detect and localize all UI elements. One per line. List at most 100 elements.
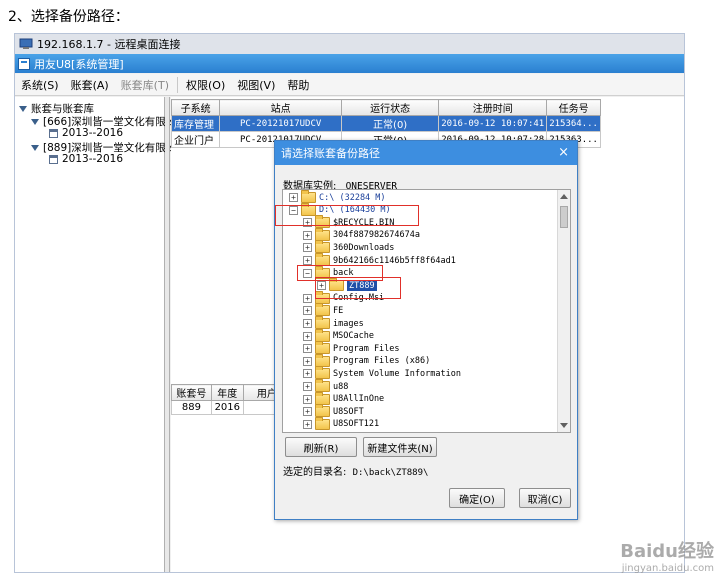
folder-icon bbox=[301, 190, 316, 203]
backup-path-dialog: 请选择账套备份路径 × 数据库实例: ONESERVER + C:\ (32284… bbox=[274, 140, 578, 520]
rdp-title: 192.168.1.7 - 远程桌面连接 bbox=[37, 38, 181, 51]
expand-plus-icon[interactable]: + bbox=[303, 419, 312, 429]
node-label: 360Downloads bbox=[333, 242, 395, 253]
node-label: U8SOFT121 bbox=[333, 419, 380, 430]
cell-year: 2016 bbox=[210, 400, 244, 415]
folder-node[interactable]: + MSOCache bbox=[303, 328, 374, 343]
node-label: 304f887982674674a bbox=[333, 230, 420, 241]
cell-subsystem: 库存管理 bbox=[170, 115, 221, 132]
tree-item-label: 2013--2016 bbox=[62, 153, 124, 165]
expand-arrow-icon[interactable] bbox=[19, 105, 27, 112]
expand-plus-icon[interactable]: + bbox=[303, 243, 312, 253]
expand-plus-icon[interactable]: + bbox=[303, 382, 312, 391]
app-icon bbox=[18, 57, 30, 70]
node-label: images bbox=[333, 318, 364, 329]
menu-separator bbox=[177, 76, 178, 93]
column-header[interactable]: 子系统 bbox=[170, 99, 221, 116]
menu-view[interactable]: 视图(V) bbox=[231, 77, 281, 93]
column-header[interactable]: 任务号 bbox=[546, 99, 601, 116]
node-label: MSOCache bbox=[333, 331, 374, 342]
remote-desktop-icon bbox=[19, 38, 33, 49]
tree-item-666-year[interactable]: 2013--2016 bbox=[49, 127, 123, 139]
folder-icon bbox=[315, 341, 330, 355]
folder-icon bbox=[315, 366, 330, 380]
highlight-zt889-folder bbox=[315, 277, 401, 299]
node-label: FE bbox=[333, 305, 344, 316]
folder-icon bbox=[315, 328, 330, 342]
node-label: 9b642166c1146b5ff8f64ad1 bbox=[333, 255, 456, 266]
selected-dir-label: 选定的目录名: bbox=[283, 467, 347, 478]
selected-directory: 选定的目录名: D:\back\ZT889\ bbox=[283, 463, 428, 478]
cell-task: 215364... bbox=[546, 115, 601, 132]
scroll-thumb[interactable] bbox=[560, 206, 568, 228]
menu-account[interactable]: 账套(A) bbox=[65, 77, 115, 93]
column-header[interactable]: 年度 bbox=[210, 384, 244, 401]
cancel-button[interactable]: 取消(C) bbox=[519, 488, 571, 508]
refresh-button[interactable]: 刷新(R) bbox=[285, 437, 357, 457]
expand-plus-icon[interactable]: + bbox=[303, 306, 312, 316]
watermark-logo: Baidu经验 bbox=[620, 541, 714, 562]
expand-plus-icon[interactable]: + bbox=[303, 344, 312, 354]
folder-icon bbox=[315, 240, 330, 254]
watermark-url: jingyan.baidu.com bbox=[621, 563, 714, 574]
ok-button[interactable]: 确定(O) bbox=[449, 488, 505, 508]
calendar-icon bbox=[49, 128, 58, 138]
expand-arrow-icon[interactable] bbox=[31, 144, 39, 151]
expand-plus-icon[interactable]: + bbox=[303, 407, 312, 417]
app-title: 用友U8[系统管理] bbox=[34, 57, 124, 71]
node-label: System Volume Information bbox=[333, 368, 461, 379]
folder-node[interactable]: + FE bbox=[303, 303, 344, 317]
panel-splitter[interactable] bbox=[165, 97, 170, 572]
expand-arrow-icon[interactable] bbox=[31, 118, 39, 125]
rdp-title-bar: 192.168.1.7 - 远程桌面连接 bbox=[15, 34, 684, 54]
cell-subsystem: 企业门户 bbox=[170, 131, 221, 148]
account-tree-panel: 账套与账套库 [666]深圳皆一堂文化有限公 2013--2016 [889]深… bbox=[15, 97, 176, 572]
step-heading: 2、选择备份路径： bbox=[8, 9, 129, 25]
folder-node[interactable]: + images bbox=[303, 316, 364, 330]
node-label: U8AllInOne bbox=[333, 394, 385, 405]
folder-icon bbox=[315, 316, 330, 329]
vertical-scrollbar[interactable] bbox=[557, 190, 570, 432]
expand-plus-icon[interactable]: + bbox=[303, 256, 312, 265]
expand-plus-icon[interactable]: + bbox=[303, 356, 312, 366]
column-header[interactable]: 账套号 bbox=[171, 384, 212, 401]
tree-item-889-year[interactable]: 2013--2016 bbox=[49, 153, 123, 165]
expand-plus-icon[interactable]: + bbox=[303, 369, 312, 379]
expand-plus-icon[interactable]: + bbox=[303, 319, 312, 328]
folder-icon bbox=[315, 404, 330, 418]
table-row[interactable]: 库存管理 PC-20121017UDCV 正常(0) 2016-09-12 10… bbox=[170, 115, 601, 132]
scroll-up-icon[interactable] bbox=[560, 194, 568, 199]
folder-icon bbox=[315, 353, 330, 367]
new-folder-button[interactable]: 新建文件夹(N) bbox=[363, 437, 437, 457]
node-label: Program Files bbox=[333, 343, 400, 354]
expand-plus-icon[interactable]: + bbox=[303, 331, 312, 341]
folder-node[interactable]: + u88 bbox=[303, 379, 348, 393]
watermark: Baidu经验 jingyan.baidu.com bbox=[620, 537, 714, 574]
menu-account-library[interactable]: 账套库(T) bbox=[115, 77, 175, 93]
cell-site: PC-20121017UDCV bbox=[219, 115, 343, 132]
menu-permission[interactable]: 权限(O) bbox=[180, 77, 231, 93]
folder-node[interactable]: + System Volume Information bbox=[303, 366, 461, 380]
column-header[interactable]: 站点 bbox=[219, 99, 343, 116]
close-icon[interactable]: × bbox=[558, 145, 569, 160]
column-header[interactable]: 注册时间 bbox=[438, 99, 548, 116]
column-header[interactable]: 运行状态 bbox=[341, 99, 440, 116]
expand-plus-icon[interactable]: + bbox=[303, 394, 312, 404]
dialog-title: 请选择账套备份路径 bbox=[281, 147, 380, 160]
menu-help[interactable]: 帮助 bbox=[281, 77, 315, 93]
expand-plus-icon[interactable]: + bbox=[303, 293, 312, 303]
folder-icon bbox=[315, 227, 330, 241]
expand-plus-icon[interactable]: + bbox=[303, 230, 312, 240]
folder-node[interactable]: + U8SOFT121 bbox=[303, 416, 380, 431]
folder-icon bbox=[315, 303, 330, 317]
folder-icon bbox=[315, 379, 330, 392]
node-label: Program Files (x86) bbox=[333, 356, 431, 367]
folder-icon bbox=[315, 391, 330, 405]
calendar-icon bbox=[49, 154, 58, 164]
expand-plus-icon[interactable]: + bbox=[289, 193, 298, 202]
scroll-down-icon[interactable] bbox=[560, 423, 568, 428]
menu-system[interactable]: 系统(S) bbox=[15, 77, 65, 93]
dialog-title-bar[interactable]: 请选择账套备份路径 × bbox=[275, 141, 577, 165]
highlight-drive-d bbox=[275, 205, 419, 226]
folder-node[interactable]: + U8SOFT bbox=[303, 404, 364, 418]
